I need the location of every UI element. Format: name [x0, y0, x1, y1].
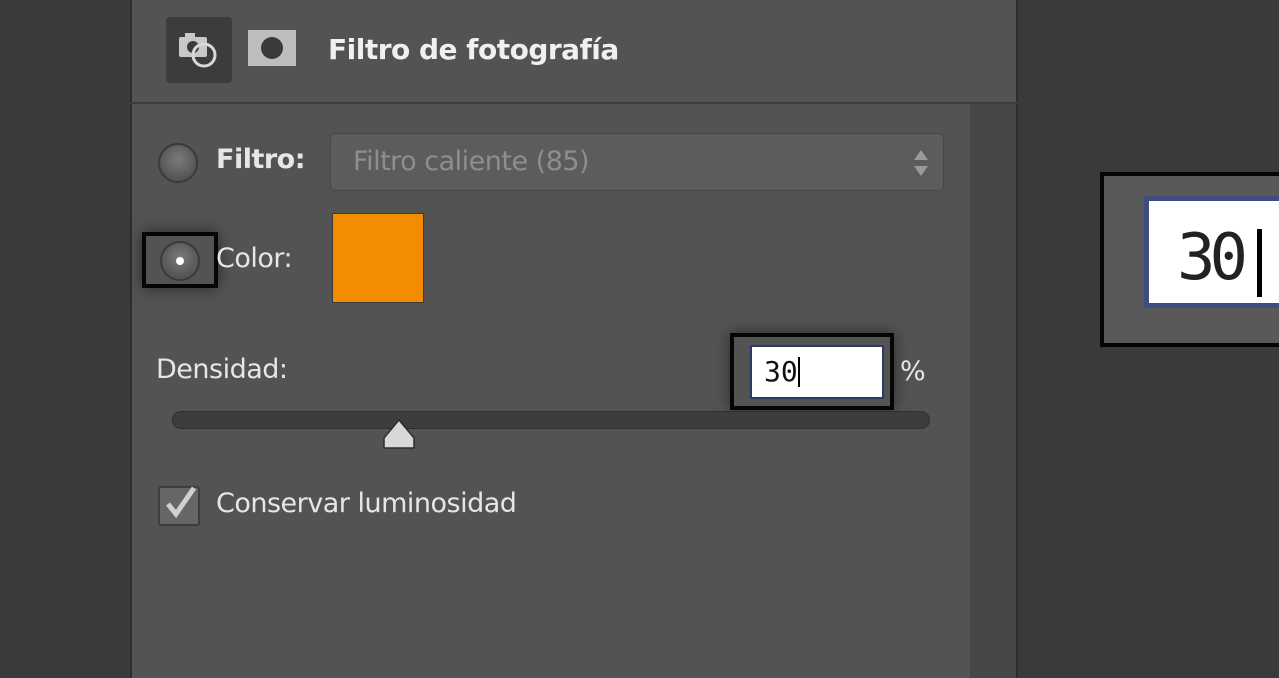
filter-radio[interactable] [158, 143, 198, 183]
mask-tab[interactable] [242, 17, 302, 83]
color-swatch[interactable] [332, 213, 424, 303]
density-label: Densidad: [156, 354, 288, 385]
panel-scrollbar[interactable] [970, 104, 1016, 678]
filter-label: Filtro: [216, 144, 306, 175]
density-input[interactable]: 30 [750, 345, 884, 399]
updown-arrows-icon [913, 148, 929, 178]
color-label: Color: [216, 243, 293, 274]
color-radio[interactable] [160, 241, 200, 281]
filter-dropdown[interactable]: Filtro caliente (85) [330, 133, 944, 191]
panel-header: Filtro de fotografía [130, 0, 1018, 104]
density-slider-track[interactable] [172, 411, 930, 429]
preserve-luminosity-checkbox[interactable] [158, 486, 200, 526]
zoomed-text-caret [1257, 229, 1262, 297]
zoomed-density-input: 30 [1144, 196, 1279, 308]
filter-dropdown-value: Filtro caliente (85) [353, 146, 590, 177]
preserve-luminosity-label: Conservar luminosidad [216, 488, 517, 519]
zoomed-density-value: 30 [1177, 221, 1248, 295]
camera-filter-icon [176, 25, 222, 75]
text-caret [797, 357, 800, 387]
density-unit: % [900, 356, 926, 387]
density-slider-thumb[interactable] [382, 418, 416, 450]
photo-filter-tab[interactable] [166, 17, 232, 83]
mask-icon [246, 28, 298, 72]
density-value: 30 [764, 355, 798, 388]
zoom-callout: 30 [1100, 172, 1279, 347]
panel-title: Filtro de fotografía [328, 33, 619, 66]
